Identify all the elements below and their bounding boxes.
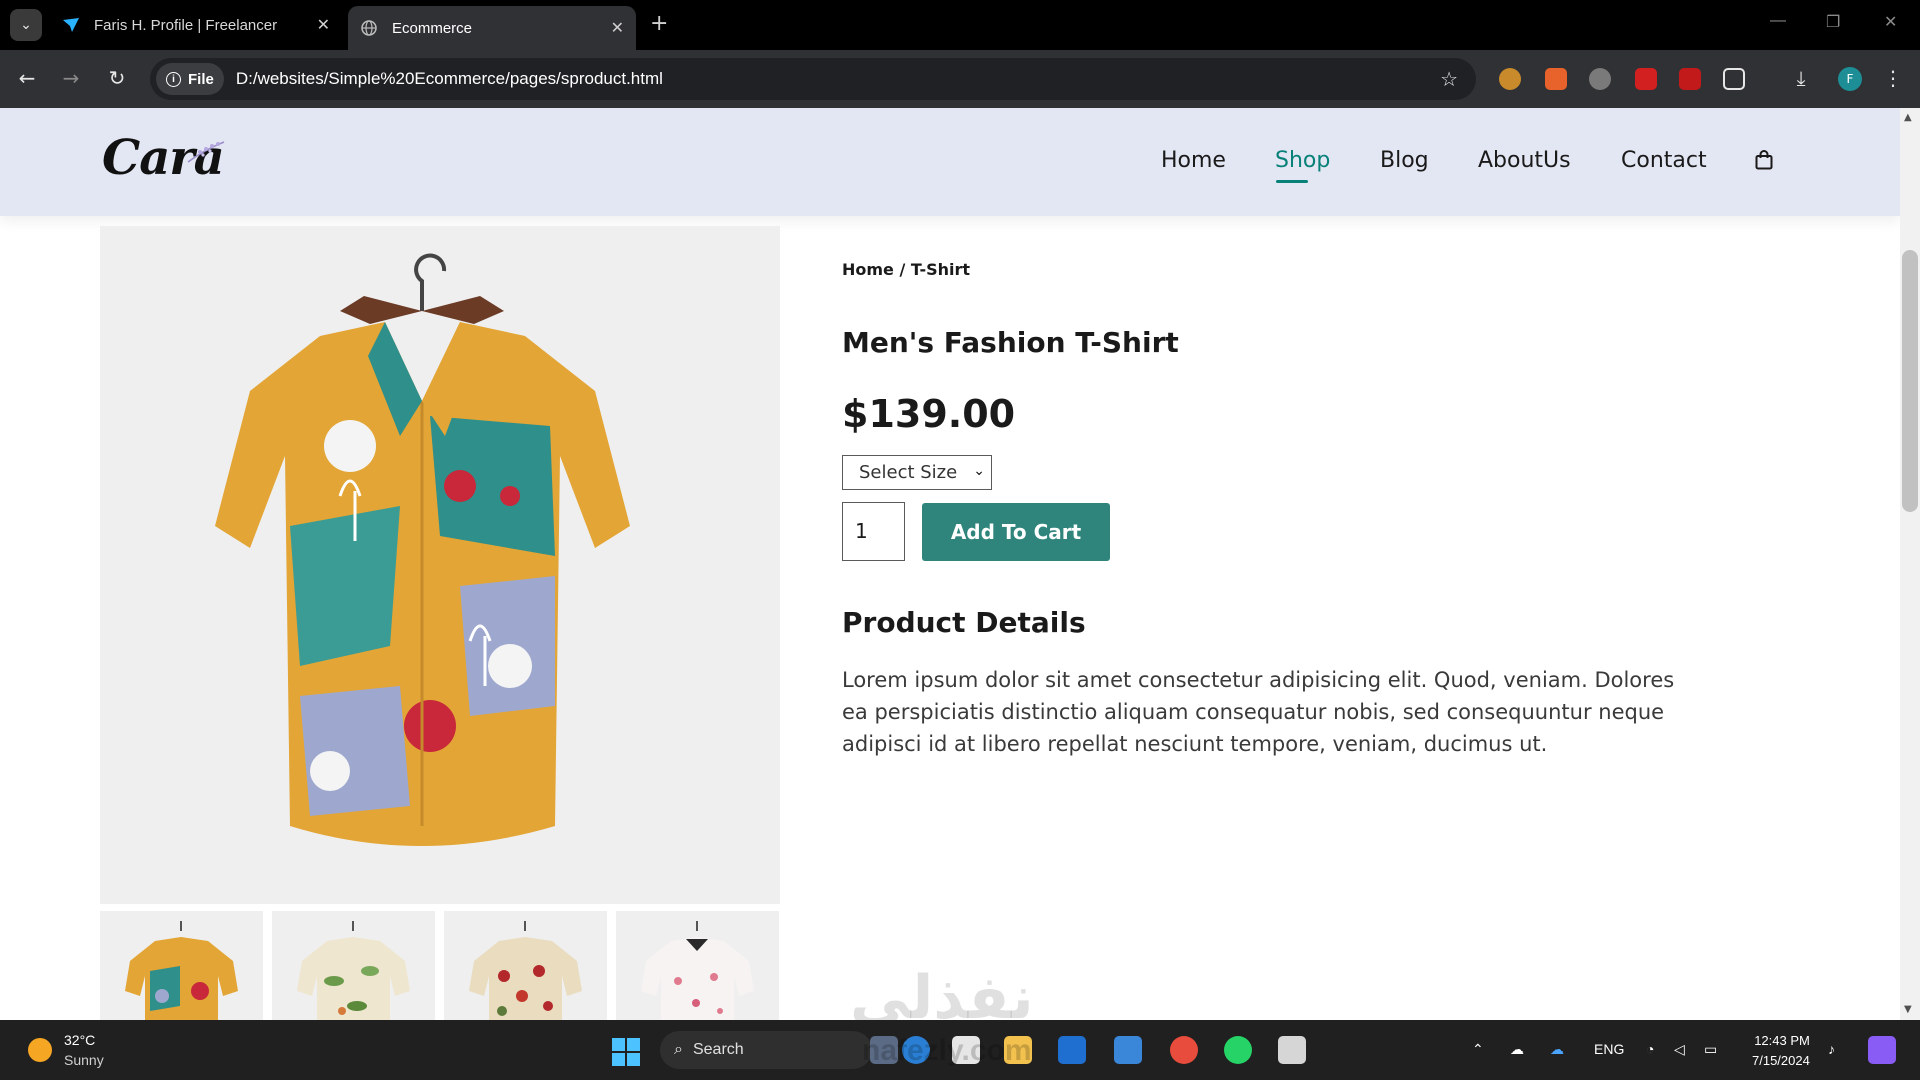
tab-ecommerce[interactable]: Ecommerce ✕ xyxy=(348,6,636,50)
watermark-latin: nafezly.com xyxy=(862,1034,1032,1067)
bookmark-star-icon[interactable]: ☆ xyxy=(1440,67,1458,91)
scroll-up-arrow-icon[interactable]: ▲ xyxy=(1904,112,1912,123)
product-details-text: Lorem ipsum dolor sit amet consectetur a… xyxy=(842,668,1675,756)
volume-icon[interactable]: ◁ xyxy=(1674,1041,1685,1058)
thumbnail-1[interactable] xyxy=(100,911,263,1020)
url-text[interactable]: D:/websites/Simple%20Ecommerce/pages/spr… xyxy=(236,69,1440,89)
thumbnail-2[interactable] xyxy=(272,911,435,1020)
size-select-value: Select Size xyxy=(859,462,958,483)
address-bar[interactable]: i File D:/websites/Simple%20Ecommerce/pa… xyxy=(150,58,1476,100)
clock-date: 7/15/2024 xyxy=(1752,1053,1810,1068)
weather-condition[interactable]: Sunny xyxy=(64,1052,104,1068)
search-icon: ⌕ xyxy=(674,1041,683,1058)
tab-title: Ecommerce xyxy=(392,19,473,37)
windows-taskbar: 32°C Sunny ⌕ Search nafezly.com ⌃ ☁ ☁ EN… xyxy=(0,1020,1920,1080)
tab-title: Faris H. Profile | Freelancer xyxy=(94,16,278,34)
thumbnail-shirt-multicolor xyxy=(125,921,238,1020)
nav-home[interactable]: Home xyxy=(1161,148,1226,173)
shopping-bag-icon[interactable] xyxy=(1755,150,1773,170)
breadcrumb: Home / T-Shirt xyxy=(842,260,971,279)
chevron-up-icon[interactable]: ⌃ xyxy=(1472,1041,1484,1058)
mail-icon[interactable] xyxy=(1058,1036,1086,1064)
browser-tab-bar: ⌄ Faris H. Profile | Freelancer ✕ Ecomme… xyxy=(0,0,1920,50)
tab-close-icon[interactable]: ✕ xyxy=(317,15,330,35)
windows-start-icon[interactable] xyxy=(612,1038,640,1066)
pdf-extension-icon[interactable] xyxy=(1679,68,1701,90)
page-scrollbar[interactable] xyxy=(1900,108,1920,1020)
tab-freelancer[interactable]: Faris H. Profile | Freelancer ✕ xyxy=(50,6,342,44)
chevron-down-icon: ⌄ xyxy=(973,463,985,479)
reload-icon[interactable]: ↻ xyxy=(104,66,130,90)
forward-icon[interactable]: → xyxy=(58,66,84,90)
thumbnail-4[interactable] xyxy=(616,911,779,1020)
product-title: Men's Fashion T-Shirt xyxy=(842,326,1179,359)
restore-icon[interactable]: ❐ xyxy=(1826,12,1840,32)
microsoft-store-icon[interactable] xyxy=(1114,1036,1142,1064)
notification-bell-icon[interactable]: ♪ xyxy=(1828,1041,1835,1057)
sun-weather-icon[interactable] xyxy=(28,1038,52,1062)
extension-icon[interactable] xyxy=(1545,68,1567,90)
product-details-heading: Product Details xyxy=(842,606,1086,639)
info-icon: i xyxy=(166,71,181,87)
close-window-icon[interactable]: ✕ xyxy=(1884,12,1897,32)
vpn-globe-extension-icon[interactable] xyxy=(1589,68,1611,90)
tab-close-icon[interactable]: ✕ xyxy=(611,18,624,38)
wifi-icon[interactable]: ◔ xyxy=(1646,1041,1654,1057)
freelancer-favicon-icon xyxy=(62,16,80,34)
taskbar-search[interactable]: ⌕ Search xyxy=(660,1031,872,1069)
browser-toolbar: ← → ↻ i File D:/websites/Simple%20Ecomme… xyxy=(0,50,1920,108)
battery-icon[interactable]: ▭ xyxy=(1704,1041,1717,1058)
add-to-cart-button[interactable]: Add To Cart xyxy=(922,503,1110,561)
minimize-icon[interactable]: — xyxy=(1770,12,1786,30)
cookie-extension-icon[interactable] xyxy=(1499,68,1521,90)
download-icon[interactable]: ⤓ xyxy=(1788,66,1814,90)
site-info-chip[interactable]: i File xyxy=(156,63,224,95)
puzzle-extensions-icon[interactable] xyxy=(1723,68,1745,90)
scrollbar-thumb[interactable] xyxy=(1902,250,1918,512)
site-info-label: File xyxy=(188,70,214,88)
thumbnail-shirt-floral-red xyxy=(469,921,582,1020)
scroll-down-arrow-icon[interactable]: ▼ xyxy=(1904,1004,1912,1015)
system-clock[interactable]: 12:43 PM 7/15/2024 xyxy=(1752,1031,1810,1071)
chrome-icon[interactable] xyxy=(1170,1036,1198,1064)
nav-about[interactable]: AboutUs xyxy=(1478,148,1571,173)
web-page: Cara Home Shop Blog AboutUs Contact Home… xyxy=(0,108,1900,1020)
site-header: Cara Home Shop Blog AboutUs Contact xyxy=(0,108,1900,216)
pen-extension-icon[interactable] xyxy=(1635,68,1657,90)
copilot-icon[interactable] xyxy=(1868,1036,1896,1064)
nav-shop[interactable]: Shop xyxy=(1275,148,1330,173)
whatsapp-icon[interactable] xyxy=(1224,1036,1252,1064)
lavender-sprig-icon xyxy=(187,141,225,163)
language-indicator[interactable]: ENG xyxy=(1594,1041,1624,1057)
nav-blog[interactable]: Blog xyxy=(1380,148,1429,173)
thumbnail-3[interactable] xyxy=(444,911,607,1020)
back-icon[interactable]: ← xyxy=(14,66,40,90)
cloud-icon[interactable]: ☁ xyxy=(1510,1041,1524,1058)
clock-time: 12:43 PM xyxy=(1754,1033,1810,1048)
main-product-image xyxy=(100,226,780,904)
onedrive-icon[interactable]: ☁ xyxy=(1550,1041,1564,1058)
watermark-arabic: نفذلي xyxy=(850,963,1034,1020)
product-price: $139.00 xyxy=(842,392,1016,436)
quantity-input[interactable]: 1 xyxy=(842,502,905,561)
profile-avatar[interactable]: F xyxy=(1838,67,1862,91)
nav-contact[interactable]: Contact xyxy=(1621,148,1707,173)
tab-search-icon[interactable]: ⌄ xyxy=(10,9,42,41)
snipping-tool-icon[interactable] xyxy=(1278,1036,1306,1064)
globe-icon xyxy=(360,19,378,37)
size-select[interactable]: Select Size ⌄ xyxy=(842,455,992,490)
weather-temperature[interactable]: 32°C xyxy=(64,1032,95,1048)
shirt-image xyxy=(215,253,630,846)
nav-active-underline xyxy=(1276,180,1308,183)
thumbnail-shirt-floral-pink xyxy=(641,921,754,1020)
thumbnail-shirt-tropical xyxy=(297,921,410,1020)
search-label: Search xyxy=(692,1041,744,1058)
menu-icon[interactable]: ⋮ xyxy=(1880,66,1906,90)
new-tab-icon[interactable]: + xyxy=(650,11,668,36)
